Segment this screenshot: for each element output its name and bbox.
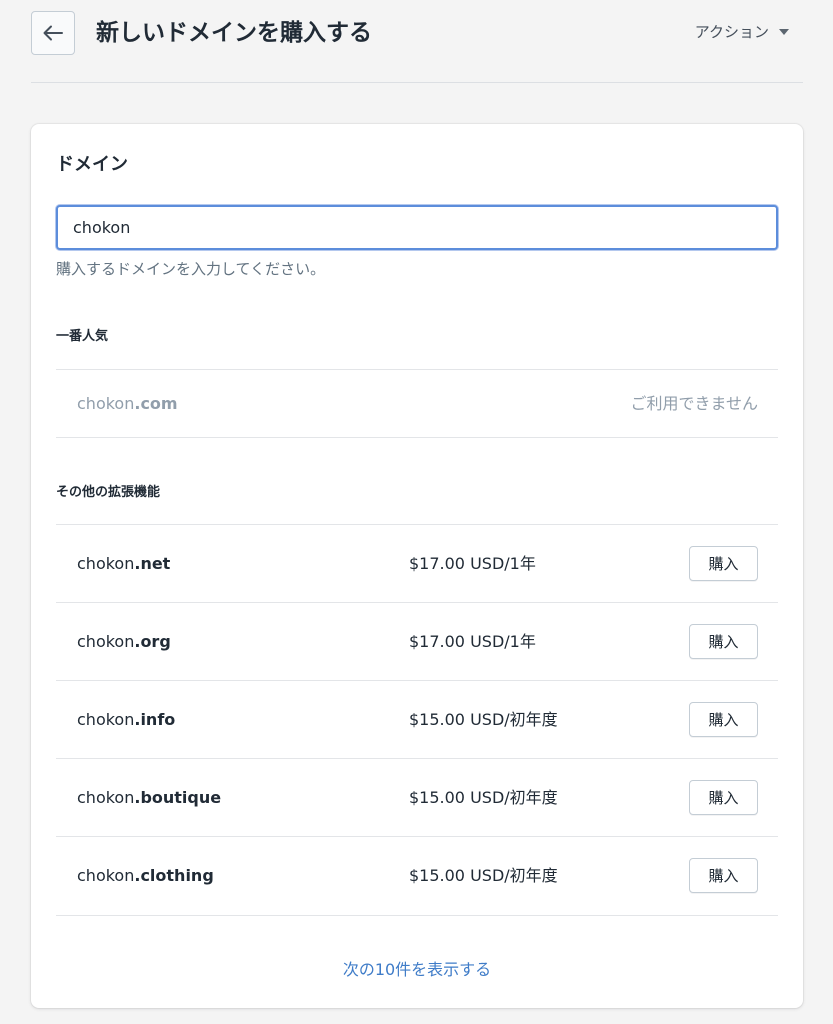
domain-row: chokon.clothing $15.00 USD/初年度 購入 — [56, 836, 778, 916]
back-button[interactable] — [31, 11, 75, 55]
domain-name: chokon.boutique — [77, 788, 222, 807]
domain-row: chokon.info $15.00 USD/初年度 購入 — [56, 680, 778, 759]
domain-card: ドメイン 購入するドメインを入力してください。 一番人気 chokon.com … — [31, 124, 803, 1008]
card-title: ドメイン — [56, 154, 128, 175]
page-title: 新しいドメインを購入する — [96, 20, 372, 46]
arrow-left-icon — [43, 25, 63, 41]
domain-name: chokon.clothing — [77, 866, 214, 885]
popular-domain-row: chokon.com ご利用できません — [56, 369, 778, 438]
actions-dropdown[interactable]: アクション — [695, 21, 789, 42]
domain-name: chokon.net — [77, 554, 171, 573]
page-header: 新しいドメインを購入する アクション — [31, 0, 803, 83]
buy-button[interactable]: 購入 — [689, 702, 758, 737]
domain-row: chokon.net $17.00 USD/1年 購入 — [56, 524, 778, 603]
domain-name: chokon.com — [77, 394, 178, 413]
buy-button[interactable]: 購入 — [689, 780, 758, 815]
caret-down-icon — [779, 28, 789, 35]
buy-button[interactable]: 購入 — [689, 624, 758, 659]
domain-price: $15.00 USD/初年度 — [409, 710, 558, 729]
availability-status: ご利用できません — [630, 394, 758, 413]
actions-label: アクション — [694, 23, 769, 41]
domain-name: chokon.org — [77, 632, 171, 651]
domain-price: $17.00 USD/1年 — [409, 632, 536, 651]
show-next-10-link[interactable]: 次の10件を表示する — [31, 956, 803, 980]
domain-search-input[interactable] — [56, 205, 778, 250]
domain-price: $17.00 USD/1年 — [409, 554, 536, 573]
domain-price: $15.00 USD/初年度 — [409, 788, 558, 807]
domain-price: $15.00 USD/初年度 — [409, 866, 558, 885]
domain-row: chokon.boutique $15.00 USD/初年度 購入 — [56, 758, 778, 837]
buy-button[interactable]: 購入 — [689, 858, 758, 893]
buy-button[interactable]: 購入 — [689, 546, 758, 581]
domain-row: chokon.org $17.00 USD/1年 購入 — [56, 602, 778, 681]
popular-section-label: 一番人気 — [56, 329, 109, 344]
help-text: 購入するドメインを入力してください。 — [56, 260, 326, 278]
domain-name: chokon.info — [77, 710, 176, 729]
other-extensions-label: その他の拡張機能 — [56, 485, 161, 500]
